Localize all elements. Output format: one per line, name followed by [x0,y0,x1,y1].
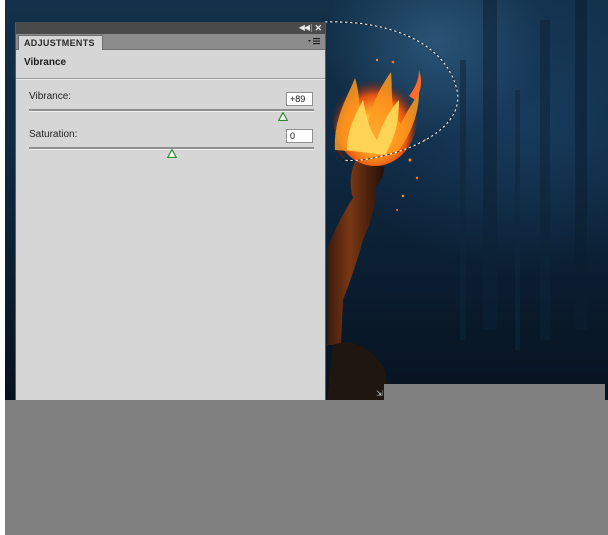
screen-margin [0,0,5,535]
adjustments-panel: ◀◀ ✕ ADJUSTMENTS Vibrance Vibrance: +89 … [15,22,326,400]
panel-title-bar[interactable]: ◀◀ ✕ [16,22,325,34]
canvas-grip-icon: ⇲ [376,389,383,398]
panel-tab-row: ADJUSTMENTS [16,34,325,50]
forest-trees [460,0,587,350]
close-icon[interactable]: ✕ [314,22,322,34]
topbar-divider [311,24,312,32]
vibrance-slider-thumb[interactable] [277,112,288,121]
workspace-background-bottom [5,400,608,535]
photoshop-workspace: ⇲ ◀◀ ✕ ADJUSTMENTS Vibrance Vibrance: +8… [0,0,608,535]
saturation-slider-thumb[interactable] [166,149,177,158]
tab-adjustments[interactable]: ADJUSTMENTS [18,35,103,50]
deer-silhouette [327,150,393,400]
vibrance-label: Vibrance: [29,91,72,102]
double-chevron-left-icon[interactable]: ◀◀ [299,22,310,34]
panel-menu-icon[interactable] [307,36,321,47]
panel-title: Vibrance [24,57,67,68]
saturation-value-field[interactable]: 0 [286,129,313,143]
title-divider-highlight [16,79,325,80]
saturation-label: Saturation: [29,129,78,140]
vibrance-slider-track[interactable] [29,109,314,112]
vibrance-value-field[interactable]: +89 [286,92,313,106]
fire-antlers [333,58,426,211]
